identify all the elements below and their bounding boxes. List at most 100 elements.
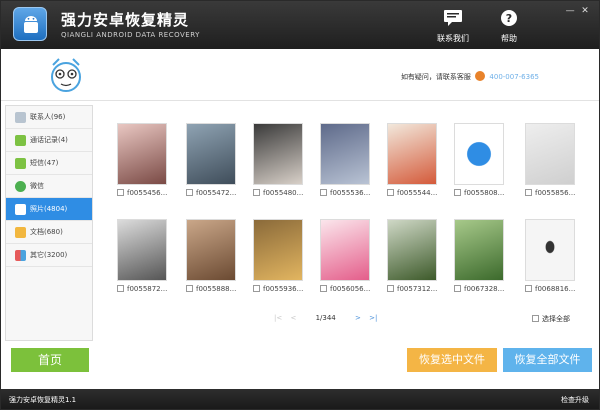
photo-filename: f0055480...	[263, 189, 304, 197]
sidebar-item-label: 通话记录(4)	[30, 136, 68, 144]
photo-filename: f0055888...	[196, 285, 237, 293]
window-controls: — ✕	[564, 6, 591, 16]
help-label: 帮助	[501, 34, 517, 43]
photo-thumbnail[interactable]: f0055472...	[186, 123, 242, 197]
support-phone[interactable]: 400-007-6365	[489, 73, 539, 81]
category-sidebar: 联系人(96) 通话记录(4) 短信(47) 微信 照片(4804) 文档(68…	[5, 105, 93, 341]
photo-filename: f0055872...	[127, 285, 168, 293]
first-page-button[interactable]: |<	[274, 314, 282, 322]
help-button[interactable]: ? 帮助	[487, 9, 531, 44]
sidebar-item-label: 其它(3200)	[30, 251, 68, 259]
select-all-label: 选择全部	[542, 315, 570, 323]
photo-checkbox[interactable]	[253, 285, 260, 292]
sidebar-item-wechat[interactable]: 微信	[6, 175, 92, 198]
photo-icon	[15, 204, 26, 215]
photo-checkbox[interactable]	[525, 285, 532, 292]
photo-thumbnail[interactable]: f0055872...	[117, 219, 173, 293]
photo-image[interactable]	[117, 123, 167, 185]
photo-image[interactable]	[454, 219, 504, 281]
sidebar-item-label: 联系人(96)	[30, 113, 66, 121]
banner: 如有疑问，请联系客服 400-007-6365	[1, 49, 599, 101]
photo-thumbnail[interactable]: f0055480...	[253, 123, 309, 197]
home-button[interactable]: 首页	[11, 348, 89, 372]
photo-image[interactable]	[387, 219, 437, 281]
next-page-button[interactable]: >	[355, 314, 361, 322]
photo-thumbnail[interactable]: f0055936...	[253, 219, 309, 293]
sidebar-item-documents[interactable]: 文档(680)	[6, 221, 92, 244]
svg-text:?: ?	[506, 12, 512, 25]
sidebar-item-label: 微信	[30, 182, 44, 190]
photo-thumbnail[interactable]: f0055536...	[320, 123, 376, 197]
page-indicator: 1/344	[315, 314, 336, 322]
select-all-checkbox[interactable]	[532, 315, 539, 322]
photo-checkbox[interactable]	[117, 285, 124, 292]
photo-thumbnail[interactable]: f0056056...	[320, 219, 376, 293]
contacts-icon	[15, 112, 26, 123]
sidebar-item-label: 文档(680)	[30, 228, 63, 236]
check-update-link[interactable]: 检查升级	[561, 395, 589, 405]
photo-checkbox[interactable]	[454, 189, 461, 196]
title-bar: 强力安卓恢复精灵 QIANGLI ANDROID DATA RECOVERY 联…	[1, 1, 599, 49]
close-icon[interactable]: ✕	[579, 6, 591, 16]
photo-image[interactable]	[525, 123, 575, 185]
recover-selected-button[interactable]: 恢复选中文件	[407, 348, 497, 372]
photo-image[interactable]	[525, 219, 575, 281]
photo-filename: f0055544...	[397, 189, 438, 197]
photo-checkbox[interactable]	[525, 189, 532, 196]
photo-image[interactable]	[117, 219, 167, 281]
photo-gallery: f0055456... f0055472... f0055480... f005…	[97, 105, 597, 341]
photo-filename: f0067328...	[464, 285, 505, 293]
mascot-icon	[51, 58, 81, 92]
photo-thumbnail[interactable]: f0055888...	[186, 219, 242, 293]
sidebar-item-label: 短信(47)	[30, 159, 59, 167]
photo-thumbnail[interactable]: f0067328...	[454, 219, 510, 293]
photo-filename: f0055536...	[330, 189, 371, 197]
sidebar-item-sms[interactable]: 短信(47)	[6, 152, 92, 175]
photo-filename: f0055472...	[196, 189, 237, 197]
phone-icon	[15, 135, 26, 146]
photo-filename: f0055856...	[535, 189, 576, 197]
photo-checkbox[interactable]	[186, 189, 193, 196]
prev-page-button[interactable]: <	[290, 314, 296, 322]
sidebar-item-contacts[interactable]: 联系人(96)	[6, 106, 92, 129]
photo-image[interactable]	[186, 219, 236, 281]
photo-checkbox[interactable]	[320, 189, 327, 196]
support-agent-icon	[475, 71, 486, 81]
last-page-button[interactable]: >|	[369, 314, 377, 322]
photo-checkbox[interactable]	[253, 189, 260, 196]
recover-all-button[interactable]: 恢复全部文件	[503, 348, 592, 372]
support-info: 如有疑问，请联系客服 400-007-6365	[401, 71, 539, 82]
status-bar: 强力安卓恢复精灵1.1 检查升级	[1, 389, 599, 409]
photo-thumbnail[interactable]: f0055456...	[117, 123, 173, 197]
photo-image[interactable]	[454, 123, 504, 185]
photo-checkbox[interactable]	[387, 285, 394, 292]
photo-image[interactable]	[320, 219, 370, 281]
sidebar-item-call-log[interactable]: 通话记录(4)	[6, 129, 92, 152]
contact-us-label: 联系我们	[437, 34, 469, 43]
photo-thumbnail[interactable]: f0055856...	[525, 123, 581, 197]
photo-image[interactable]	[186, 123, 236, 185]
minimize-icon[interactable]: —	[564, 6, 576, 16]
photo-filename: f0068816...	[535, 285, 576, 293]
photo-image[interactable]	[253, 123, 303, 185]
contact-us-button[interactable]: 联系我们	[431, 9, 475, 44]
photo-checkbox[interactable]	[454, 285, 461, 292]
photo-filename: f0055808...	[464, 189, 505, 197]
photo-thumbnail[interactable]: f0055544...	[387, 123, 443, 197]
photo-image[interactable]	[253, 219, 303, 281]
photo-checkbox[interactable]	[186, 285, 193, 292]
photo-filename: f0055936...	[263, 285, 304, 293]
sidebar-item-other[interactable]: 其它(3200)	[6, 244, 92, 267]
photo-thumbnail[interactable]: f0068816...	[525, 219, 581, 293]
sidebar-item-photos[interactable]: 照片(4804)	[6, 198, 92, 221]
photo-thumbnail[interactable]: f0057312...	[387, 219, 443, 293]
photo-image[interactable]	[387, 123, 437, 185]
photo-checkbox[interactable]	[387, 189, 394, 196]
photo-thumbnail[interactable]: f0055808...	[454, 123, 510, 197]
wechat-icon	[15, 181, 26, 192]
photo-checkbox[interactable]	[117, 189, 124, 196]
select-all[interactable]: 选择全部	[532, 314, 570, 324]
photo-checkbox[interactable]	[320, 285, 327, 292]
photo-image[interactable]	[320, 123, 370, 185]
photo-filename: f0057312...	[397, 285, 438, 293]
